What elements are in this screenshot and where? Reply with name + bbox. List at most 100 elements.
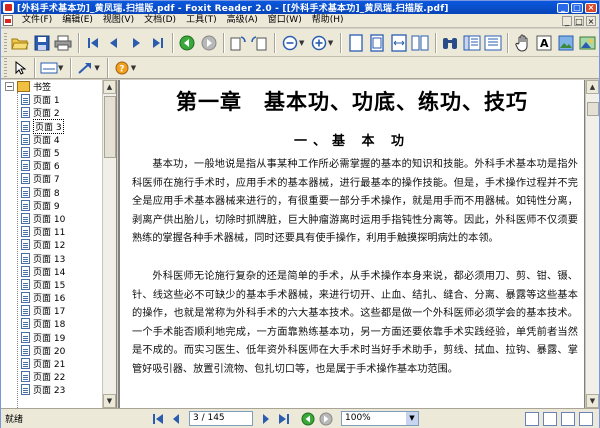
first-page-button[interactable] (83, 32, 104, 54)
title-bar[interactable]: [外科手术基本功]_黄凤瑞.扫描版.pdf - Foxit Reader 2.0… (1, 1, 599, 14)
bookmark-item[interactable]: 页面 19 (1, 331, 102, 344)
back-button[interactable] (177, 32, 198, 54)
bookmark-item[interactable]: 页面 12 (1, 238, 102, 251)
bookmark-item[interactable]: 页面 8 (1, 186, 102, 199)
menu-edit[interactable]: 编辑(E) (57, 14, 98, 27)
mdi-restore-button[interactable]: □ (574, 15, 584, 26)
menu-window[interactable]: 窗口(W) (263, 14, 307, 27)
bookmarks-panel-button[interactable] (461, 32, 482, 54)
facing-view-icon[interactable] (561, 411, 575, 426)
foxit-app-icon[interactable] (3, 2, 14, 13)
bookmark-item[interactable]: 页面 6 (1, 159, 102, 172)
form-tool-dropdown-icon[interactable]: ▼ (58, 64, 63, 72)
status-next-page-button[interactable] (257, 411, 275, 427)
bookmark-item[interactable]: 页面 17 (1, 304, 102, 317)
pdf-page[interactable]: 第一章 基本功、功底、练功、技巧 一、基 本 功 基本功，一般地说是指从事某种工… (120, 80, 584, 408)
scroll-thumb[interactable] (104, 96, 116, 158)
menu-help[interactable]: 帮助(H) (307, 14, 349, 27)
document-icon[interactable] (3, 15, 13, 26)
close-button[interactable]: × (585, 2, 597, 13)
toolbar-grip[interactable] (4, 32, 7, 53)
facing-pages-button[interactable] (410, 32, 431, 54)
bookmark-item[interactable]: 页面 7 (1, 172, 102, 185)
open-button[interactable] (10, 32, 31, 54)
menu-tools[interactable]: 工具(T) (181, 14, 222, 27)
bookmark-item[interactable]: 页面 5 (1, 146, 102, 159)
scroll-thumb[interactable] (587, 102, 599, 116)
status-previous-page-button[interactable] (167, 411, 185, 427)
link-tool-button[interactable] (75, 59, 95, 77)
scroll-down-button[interactable]: ▼ (103, 394, 116, 408)
bookmark-item[interactable]: 页面 3 (1, 118, 102, 134)
fit-page-button[interactable] (367, 32, 388, 54)
bookmark-item[interactable]: 页面 21 (1, 357, 102, 370)
scroll-up-button[interactable]: ▲ (586, 80, 599, 94)
hand-tool-button[interactable] (512, 32, 533, 54)
status-back-button[interactable] (299, 411, 317, 427)
bookmark-item[interactable]: 页面 10 (1, 212, 102, 225)
menu-file[interactable]: 文件(F) (17, 14, 57, 27)
select-tool-button[interactable] (10, 59, 30, 77)
toolbar-grip[interactable] (4, 57, 7, 78)
actual-size-button[interactable] (345, 32, 366, 54)
link-tool-dropdown-icon[interactable]: ▼ (94, 64, 99, 72)
restore-button[interactable]: □ (571, 2, 583, 13)
forward-button[interactable] (199, 32, 220, 54)
snapshot-button[interactable] (556, 32, 577, 54)
text-select-button[interactable]: A (534, 32, 555, 54)
status-forward-button[interactable] (317, 411, 335, 427)
bookmark-item[interactable]: 页面 13 (1, 251, 102, 265)
menu-advanced[interactable]: 高级(A) (222, 14, 263, 27)
mdi-minimize-button[interactable]: _ (562, 15, 572, 26)
bookmark-item[interactable]: 页面 4 (1, 133, 102, 146)
minimize-button[interactable]: _ (557, 2, 569, 13)
single-page-view-icon[interactable] (525, 411, 539, 426)
rotate-other-button[interactable] (250, 32, 271, 54)
help-button[interactable]: ? (112, 59, 132, 77)
image-tool-button[interactable] (577, 32, 598, 54)
page-number-field[interactable]: 3 / 145 (189, 411, 253, 426)
thumbnail-panel-button[interactable] (483, 32, 504, 54)
menu-view[interactable]: 视图(V) (98, 14, 139, 27)
menu-document[interactable]: 文档(D) (139, 14, 181, 27)
find-button[interactable] (440, 32, 461, 54)
bookmark-root[interactable]: − 书签 (1, 80, 102, 93)
last-page-button[interactable] (147, 32, 168, 54)
bookmark-item[interactable]: 页面 14 (1, 265, 102, 278)
next-page-button[interactable] (126, 32, 147, 54)
bookmark-item[interactable]: 页面 2 (1, 106, 102, 119)
bookmark-item[interactable]: 页面 15 (1, 278, 102, 291)
bookmark-item[interactable]: 页面 18 (1, 317, 102, 330)
document-scrollbar[interactable]: ▲ ▼ (585, 80, 599, 408)
bookmark-item[interactable]: 页面 1 (1, 93, 102, 106)
print-button[interactable] (53, 32, 74, 54)
zoom-combobox[interactable]: 100% ▼ (341, 411, 419, 426)
bookmark-item[interactable]: 页面 23 (1, 383, 102, 396)
bookmark-item[interactable]: 页面 20 (1, 344, 102, 357)
zoom-dropdown-icon[interactable]: ▼ (406, 412, 418, 425)
scroll-up-button[interactable]: ▲ (103, 80, 116, 94)
save-button[interactable] (31, 32, 52, 54)
mdi-close-button[interactable]: × (586, 15, 596, 26)
bookmark-item[interactable]: 页面 11 (1, 225, 102, 238)
status-first-page-button[interactable] (149, 411, 167, 427)
fit-width-button[interactable] (389, 32, 410, 54)
zoom-in-dropdown-icon[interactable]: ▼ (328, 39, 333, 47)
zoom-out-dropdown-icon[interactable]: ▼ (299, 39, 304, 47)
form-tool-button[interactable] (39, 59, 59, 77)
bookmark-scrollbar[interactable]: ▲ ▼ (102, 80, 116, 408)
continuous-view-icon[interactable] (543, 411, 557, 426)
continuous-facing-view-icon[interactable] (579, 411, 593, 426)
help-dropdown-icon[interactable]: ▼ (131, 64, 136, 72)
bookmark-item[interactable]: 页面 16 (1, 291, 102, 304)
zoom-in-button[interactable] (308, 32, 329, 54)
previous-page-button[interactable] (104, 32, 125, 54)
rotate-button[interactable] (228, 32, 249, 54)
document-view[interactable]: 第一章 基本功、功底、练功、技巧 一、基 本 功 基本功，一般地说是指从事某种工… (118, 80, 599, 408)
scroll-down-button[interactable]: ▼ (586, 394, 599, 408)
bookmark-item[interactable]: 页面 22 (1, 370, 102, 383)
zoom-out-button[interactable] (279, 32, 300, 54)
collapse-icon[interactable]: − (5, 82, 14, 92)
status-last-page-button[interactable] (275, 411, 293, 427)
bookmark-item[interactable]: 页面 9 (1, 199, 102, 212)
